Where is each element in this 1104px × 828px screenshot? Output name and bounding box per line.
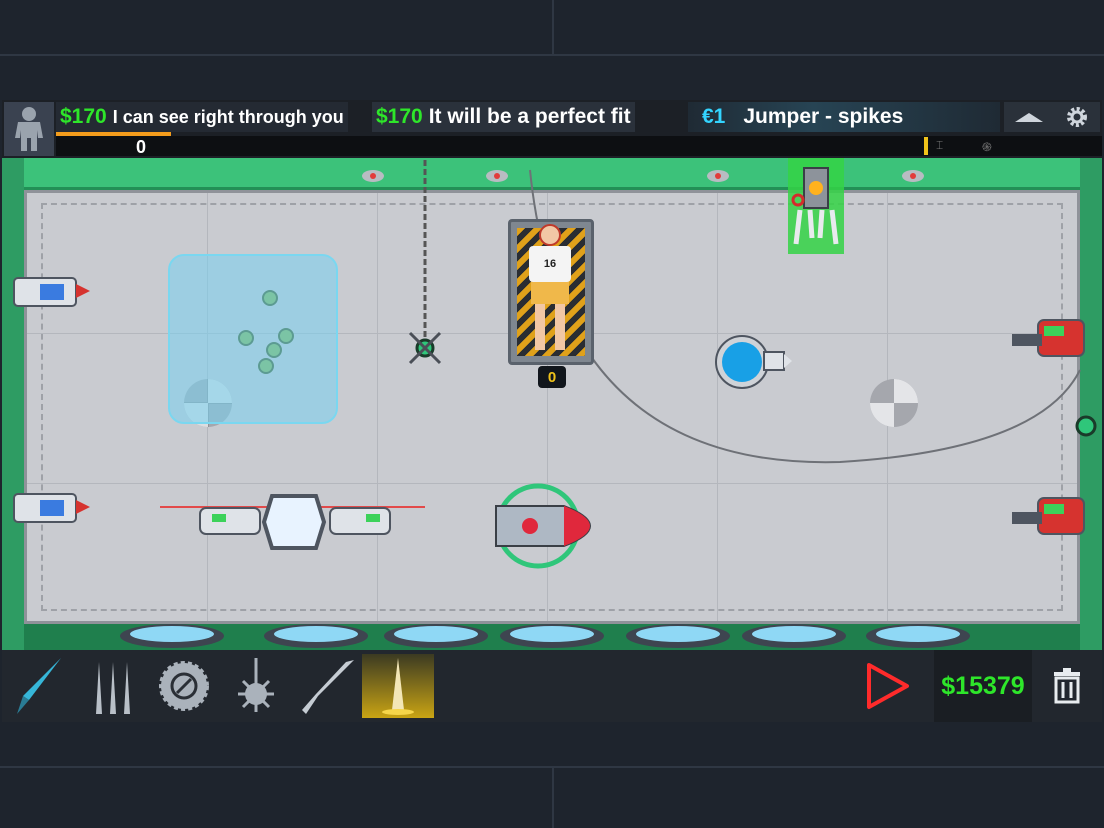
target-marker[interactable] <box>870 379 918 427</box>
water-tank[interactable] <box>168 254 338 424</box>
trash-icon <box>1054 668 1080 704</box>
blade-tool[interactable] <box>294 654 362 718</box>
wall-vent[interactable] <box>1075 415 1097 437</box>
ceiling-lamp <box>902 170 924 182</box>
wall-laser-gun[interactable] <box>13 493 90 523</box>
dummy-leg <box>555 304 565 350</box>
trash-button[interactable] <box>1040 658 1094 714</box>
spikes-icon <box>96 662 130 714</box>
dummy-shirt: 16 <box>529 246 571 282</box>
play-button[interactable] <box>854 658 920 714</box>
dummy-shorts <box>531 282 569 304</box>
trampoline-pad[interactable] <box>864 622 972 650</box>
ceiling-claw-trap[interactable] <box>788 158 844 254</box>
tool-bar: $15379 <box>2 650 1102 722</box>
rocket-trap[interactable] <box>495 483 592 569</box>
dummy-head <box>539 224 561 246</box>
sawblade-tool[interactable] <box>150 654 218 718</box>
spikes-tool[interactable] <box>78 654 146 718</box>
ceiling-lamp <box>362 170 384 182</box>
wall-flamethrower[interactable] <box>1012 497 1085 535</box>
spiked-ball-icon <box>238 658 274 712</box>
trampoline-pad[interactable] <box>118 622 226 650</box>
knife-tool[interactable] <box>6 654 74 718</box>
trampoline-pad[interactable] <box>498 622 606 650</box>
trampoline-pad[interactable] <box>740 622 848 650</box>
wall-laser-gun[interactable] <box>13 277 90 307</box>
trampoline-pad[interactable] <box>624 622 732 650</box>
dummy-leg <box>535 304 545 350</box>
knife-icon <box>17 658 61 714</box>
wall-flamethrower[interactable] <box>1012 319 1085 357</box>
floor-spike-icon <box>382 658 414 715</box>
dummy-capsule[interactable]: 16 <box>508 219 594 365</box>
mace-tool[interactable] <box>222 654 290 718</box>
ceiling-lamp <box>707 170 729 182</box>
laser-drone[interactable] <box>160 494 425 550</box>
dummy-damage-counter: 0 <box>538 366 566 388</box>
pendulum-trap[interactable] <box>408 160 442 365</box>
ball-launcher[interactable] <box>715 335 792 389</box>
money-display: $15379 <box>934 650 1032 722</box>
trampoline-pad[interactable] <box>262 622 370 650</box>
ceiling-lamp <box>486 170 508 182</box>
play-icon <box>867 663 909 709</box>
sawblade-icon <box>159 661 209 711</box>
dummy-number: 16 <box>543 258 557 270</box>
blade-icon <box>302 660 354 714</box>
floor-spike-tool[interactable] <box>362 654 434 718</box>
trampoline-pad[interactable] <box>382 622 490 650</box>
